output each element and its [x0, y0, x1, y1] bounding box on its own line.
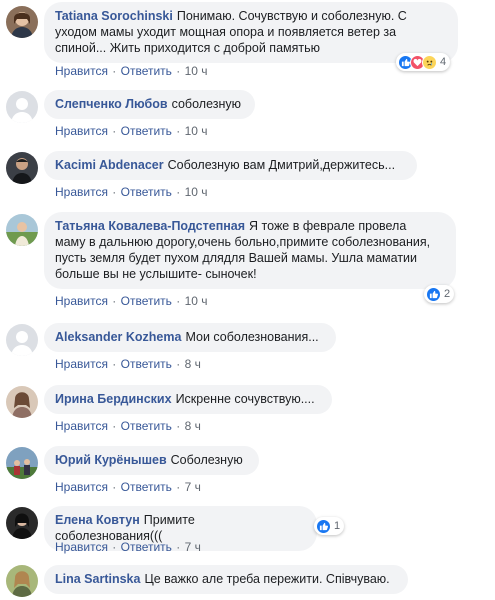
avatar[interactable] [6, 91, 38, 123]
separator: · [176, 124, 181, 138]
separator: · [112, 480, 117, 494]
separator: · [112, 294, 117, 308]
avatar[interactable] [6, 324, 38, 356]
comment-actions: Нравится · Ответить · 10 ч [55, 124, 208, 138]
comment-text: Я тоже в феврале провела [249, 219, 407, 233]
like-link[interactable]: Нравится [55, 357, 108, 371]
comment-author[interactable]: Kacimi Abdenacer [55, 158, 164, 172]
like-icon [426, 286, 441, 302]
comment-time[interactable]: 10 ч [185, 124, 208, 138]
comment-text: Соболезную [170, 453, 243, 467]
reaction-count: 2 [444, 288, 451, 300]
reply-link[interactable]: Ответить [121, 540, 172, 554]
comment-text: больше вы не услышите- сыночек! [55, 267, 257, 281]
comment-text: пусть земля будет пухом длядля Вашей мам… [55, 251, 418, 265]
comment-text: Понимаю. Сочувствую и соболезную. С [176, 9, 407, 23]
reply-link[interactable]: Ответить [121, 419, 172, 433]
reply-link[interactable]: Ответить [121, 294, 172, 308]
comment-text: Мои соболезнования... [185, 330, 319, 344]
reactions-badge[interactable]: 1 [314, 517, 345, 535]
avatar[interactable] [6, 214, 38, 246]
reply-link[interactable]: Ответить [121, 64, 172, 78]
comment-author[interactable]: Lina Sartinska [55, 572, 140, 586]
comment-author[interactable]: Елена Ковтун [55, 513, 140, 527]
comment-text: маму в дальнюю дорогу,очень больно,прими… [55, 235, 431, 249]
like-link[interactable]: Нравится [55, 64, 108, 78]
separator: · [112, 124, 117, 138]
comment-actions: Нравится · Ответить · 8 ч [55, 357, 201, 371]
reply-link[interactable]: Ответить [121, 124, 172, 138]
avatar[interactable] [6, 6, 38, 38]
avatar[interactable] [6, 386, 38, 418]
comment-bubble: Татьяна Ковалева-Подстепная Я тоже в февр… [44, 212, 456, 289]
comment-text: спиной... Жить приходится с доброй памят… [55, 41, 320, 55]
like-icon [316, 518, 331, 534]
reply-link[interactable]: Ответить [121, 480, 172, 494]
separator: · [112, 540, 117, 554]
comment-actions: Нравится · Ответить · 8 ч [55, 419, 201, 433]
like-link[interactable]: Нравится [55, 124, 108, 138]
avatar[interactable] [6, 565, 38, 597]
comment-time[interactable]: 10 ч [185, 64, 208, 78]
reaction-count: 4 [440, 56, 447, 68]
comment-author[interactable]: Tatiana Sorochinski [55, 9, 173, 23]
comment-bubble: Aleksander Kozhema Мои соболезнования... [44, 323, 336, 352]
avatar[interactable] [6, 447, 38, 479]
comment-actions: Нравится · Ответить · 10 ч [55, 64, 208, 78]
separator: · [176, 419, 181, 433]
comment-actions: Нравится · Ответить · 7 ч [55, 480, 201, 494]
comment-author[interactable]: Татьяна Ковалева-Подстепная [55, 219, 245, 233]
like-link[interactable]: Нравится [55, 419, 108, 433]
comment-time[interactable]: 7 ч [185, 540, 201, 554]
separator: · [176, 480, 181, 494]
avatar[interactable] [6, 152, 38, 184]
comment-text: уходом мамы уходит мощная опора и появля… [55, 25, 397, 39]
separator: · [112, 185, 117, 199]
reaction-count: 1 [334, 520, 341, 532]
comment-actions: Нравится · Ответить · 7 ч [55, 540, 201, 554]
comment-time[interactable]: 7 ч [185, 480, 201, 494]
comment-bubble: Ирина Бердинских Искренне сочувствую.... [44, 385, 332, 414]
comment-author[interactable]: Ирина Бердинских [55, 392, 172, 406]
comment-text: Искренне сочувствую.... [175, 392, 315, 406]
reactions-badge[interactable]: 2 [424, 285, 455, 303]
comment-text: Це важко але треба пережити. Співчуваю. [144, 572, 390, 586]
sad-icon [422, 54, 437, 70]
like-link[interactable]: Нравится [55, 540, 108, 554]
separator: · [112, 64, 117, 78]
comment-author[interactable]: Юрий Курёнышев [55, 453, 167, 467]
avatar[interactable] [6, 507, 38, 539]
reply-link[interactable]: Ответить [121, 185, 172, 199]
comment-bubble: Kacimi Abdenacer Соболезную вам Дмитрий,д… [44, 151, 417, 180]
separator: · [112, 357, 117, 371]
comment-actions: Нравится · Ответить · 10 ч [55, 185, 208, 199]
reply-link[interactable]: Ответить [121, 357, 172, 371]
separator: · [176, 185, 181, 199]
like-link[interactable]: Нравится [55, 185, 108, 199]
separator: · [176, 357, 181, 371]
like-link[interactable]: Нравится [55, 294, 108, 308]
comment-actions: Нравится · Ответить · 10 ч [55, 294, 208, 308]
comment-time[interactable]: 8 ч [185, 357, 201, 371]
comment-bubble: Юрий Курёнышев Соболезную [44, 446, 259, 475]
comment-text: Соболезную вам Дмитрий,держитесь... [167, 158, 396, 172]
reactions-badge[interactable]: 4 [396, 53, 451, 71]
comment-time[interactable]: 10 ч [185, 294, 208, 308]
separator: · [112, 419, 117, 433]
comment-author[interactable]: Aleksander Kozhema [55, 330, 181, 344]
comment-time[interactable]: 8 ч [185, 419, 201, 433]
comment-bubble: Слепченко Любов соболезную [44, 90, 255, 119]
comment-text: соболезную [171, 97, 242, 111]
comment-author[interactable]: Слепченко Любов [55, 97, 168, 111]
separator: · [176, 64, 181, 78]
like-link[interactable]: Нравится [55, 480, 108, 494]
separator: · [176, 540, 181, 554]
comment-time[interactable]: 10 ч [185, 185, 208, 199]
comment-bubble: Tatiana Sorochinski Понимаю. Сочувствую и… [44, 2, 458, 63]
separator: · [176, 294, 181, 308]
comment-bubble: Lina Sartinska Це важко але треба пережит… [44, 565, 408, 594]
